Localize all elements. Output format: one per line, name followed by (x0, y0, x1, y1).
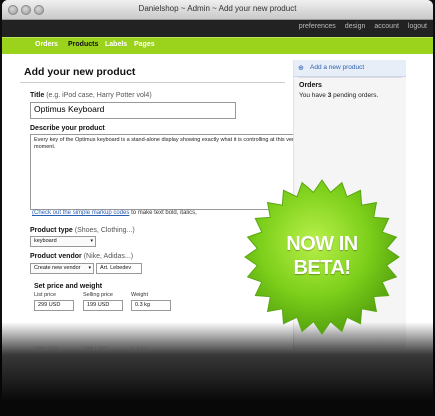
reflection-weight: 0.3 kg (131, 347, 148, 353)
product-type-select[interactable]: keyboard ▾ (30, 236, 96, 247)
list-price-input[interactable]: 299 USD (34, 300, 74, 311)
add-product-link[interactable]: Add a new product (310, 64, 364, 71)
description-label: Describe your product (30, 125, 105, 132)
list-price-label: List price (34, 292, 57, 298)
price-weight-heading: Set price and weight (34, 283, 103, 290)
vendor-name-input[interactable]: Art. Lebedev (96, 263, 142, 274)
nav-orders[interactable]: Orders (35, 41, 58, 48)
title-hint: (e.g. iPod case, Harry Potter vol4) (46, 92, 152, 99)
chevron-down-icon: ▾ (90, 238, 93, 244)
window-title: Danielshop ~ Admin ~ Add your new produc… (138, 4, 297, 13)
badge-line-2: BETA! (293, 257, 351, 279)
product-type-label: Product type (Shoes, Clothing...) (30, 227, 135, 234)
design-link[interactable]: design (345, 23, 366, 30)
logout-link[interactable]: logout (408, 23, 427, 30)
reflection-list-price: 299 USD (34, 347, 59, 353)
page-title: Add your new product (24, 66, 136, 78)
product-vendor-label: Product vendor (Nike, Adidas...) (30, 253, 134, 260)
nav-labels[interactable]: Labels (105, 41, 127, 48)
beta-badge-text: NOW IN BETA! (243, 232, 401, 280)
account-link[interactable]: account (374, 23, 399, 30)
nav-products[interactable]: Products (68, 41, 98, 48)
badge-line-1: NOW IN (286, 233, 358, 255)
divider (20, 82, 285, 83)
pending-orders-text: You have 3 pending orders. (299, 92, 379, 99)
title-input[interactable]: Optimus Keyboard (30, 102, 236, 119)
add-icon: ⊕ (298, 65, 304, 72)
top-links: preferences design account logout (290, 23, 427, 30)
preferences-link[interactable]: preferences (299, 23, 336, 30)
selling-price-input[interactable]: 199 USD (83, 300, 123, 311)
nav-pages[interactable]: Pages (134, 41, 155, 48)
orders-heading: Orders (299, 82, 322, 89)
vendor-select[interactable]: Create new vendor ▾ (30, 263, 94, 274)
title-bar: Danielshop ~ Admin ~ Add your new produc… (2, 0, 433, 20)
reflection-selling-price: 199 USD (83, 347, 108, 353)
weight-label: Weight (131, 292, 149, 298)
add-product-box[interactable]: ⊕ Add a new product (294, 60, 406, 77)
markup-codes-link[interactable]: (Check out the simple markup codes (32, 210, 129, 216)
pending-orders-count: 3 (327, 92, 332, 99)
divider (298, 77, 402, 78)
reflection-fade: 299 USD 199 USD 0.3 kg (0, 322, 435, 416)
title-label: Title (e.g. iPod case, Harry Potter vol4… (30, 92, 152, 99)
chevron-down-icon: ▾ (88, 265, 91, 271)
markup-help: (Check out the simple markup codes to ma… (32, 210, 197, 216)
selling-price-label: Selling price (83, 292, 113, 298)
main-nav: Orders Products Labels Pages (2, 37, 433, 54)
top-bar: preferences design account logout (2, 20, 433, 37)
weight-input[interactable]: 0.3 kg (131, 300, 171, 311)
